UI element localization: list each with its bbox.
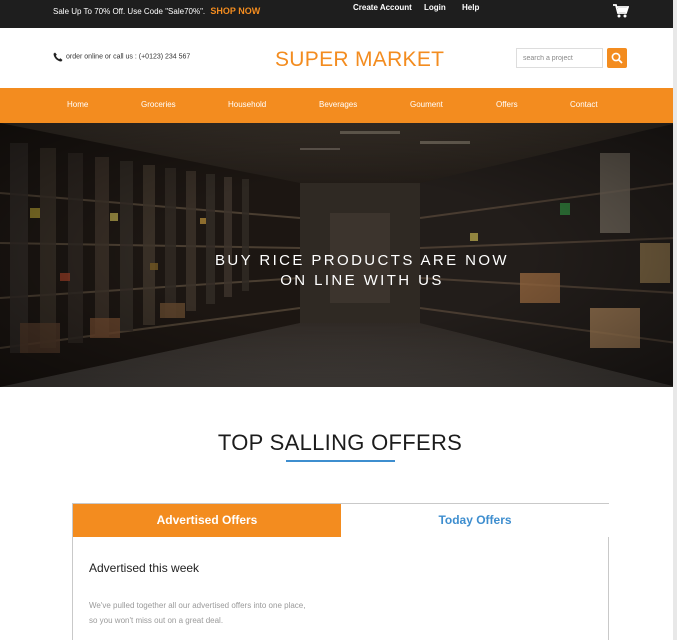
hero-line-2: ON LINE WITH US (280, 272, 444, 289)
help-link[interactable]: Help (462, 3, 479, 12)
hero-headline: BUY RICE PRODUCTS ARE NOW ON LINE WITH U… (0, 251, 677, 291)
nav-item-household[interactable]: Household (228, 100, 266, 109)
brand-logo[interactable]: SUPER MARKET (275, 48, 444, 72)
section-title: TOP SALLING OFFERS (217, 430, 463, 455)
hero-banner: BUY RICE PRODUCTS ARE NOW ON LINE WITH U… (0, 123, 677, 387)
offers-tabs: Advertised Offers Today Offers Advertise… (72, 503, 609, 640)
tab-panel-heading: Advertised this week (89, 561, 200, 575)
promo-banner: Sale Up To 70% Off. Use Code "Sale70%". … (53, 6, 260, 17)
phone-icon (53, 52, 63, 62)
promo-text: Sale Up To 70% Off. Use Code "Sale70%". (53, 7, 206, 16)
tab-panel-description: We've pulled together all our advertised… (89, 598, 305, 628)
tab-desc-line-2: so you won't miss out on a great deal. (89, 616, 224, 625)
tab-advertised-offers[interactable]: Advertised Offers (73, 504, 341, 537)
phone-contact: order online or call us : (+0123) 234 56… (53, 52, 190, 62)
shop-now-link[interactable]: SHOP NOW (210, 6, 260, 16)
site-header: order online or call us : (+0123) 234 56… (0, 28, 677, 88)
main-nav: Home Groceries Household Beverages Goume… (0, 88, 677, 123)
nav-item-goument[interactable]: Goument (410, 100, 443, 109)
top-bar: Sale Up To 70% Off. Use Code "Sale70%". … (0, 0, 677, 28)
search-button[interactable] (607, 48, 627, 68)
hero-line-1: BUY RICE PRODUCTS ARE NOW (215, 252, 509, 269)
phone-text: order online or call us : (+0123) 234 56… (66, 53, 191, 61)
nav-item-contact[interactable]: Contact (570, 100, 598, 109)
login-link[interactable]: Login (424, 3, 446, 12)
nav-item-beverages[interactable]: Beverages (319, 100, 357, 109)
nav-item-offers[interactable]: Offers (496, 100, 518, 109)
tab-today-offers[interactable]: Today Offers (341, 504, 609, 537)
page-scrollbar[interactable] (673, 0, 677, 640)
cart-icon[interactable] (613, 4, 629, 18)
nav-item-groceries[interactable]: Groceries (141, 100, 176, 109)
search-input[interactable] (516, 48, 603, 68)
create-account-link[interactable]: Create Account (353, 3, 412, 12)
tab-desc-line-1: We've pulled together all our advertised… (89, 601, 306, 610)
nav-item-home[interactable]: Home (67, 100, 88, 109)
search-icon (611, 52, 623, 64)
section-underline (286, 460, 395, 462)
